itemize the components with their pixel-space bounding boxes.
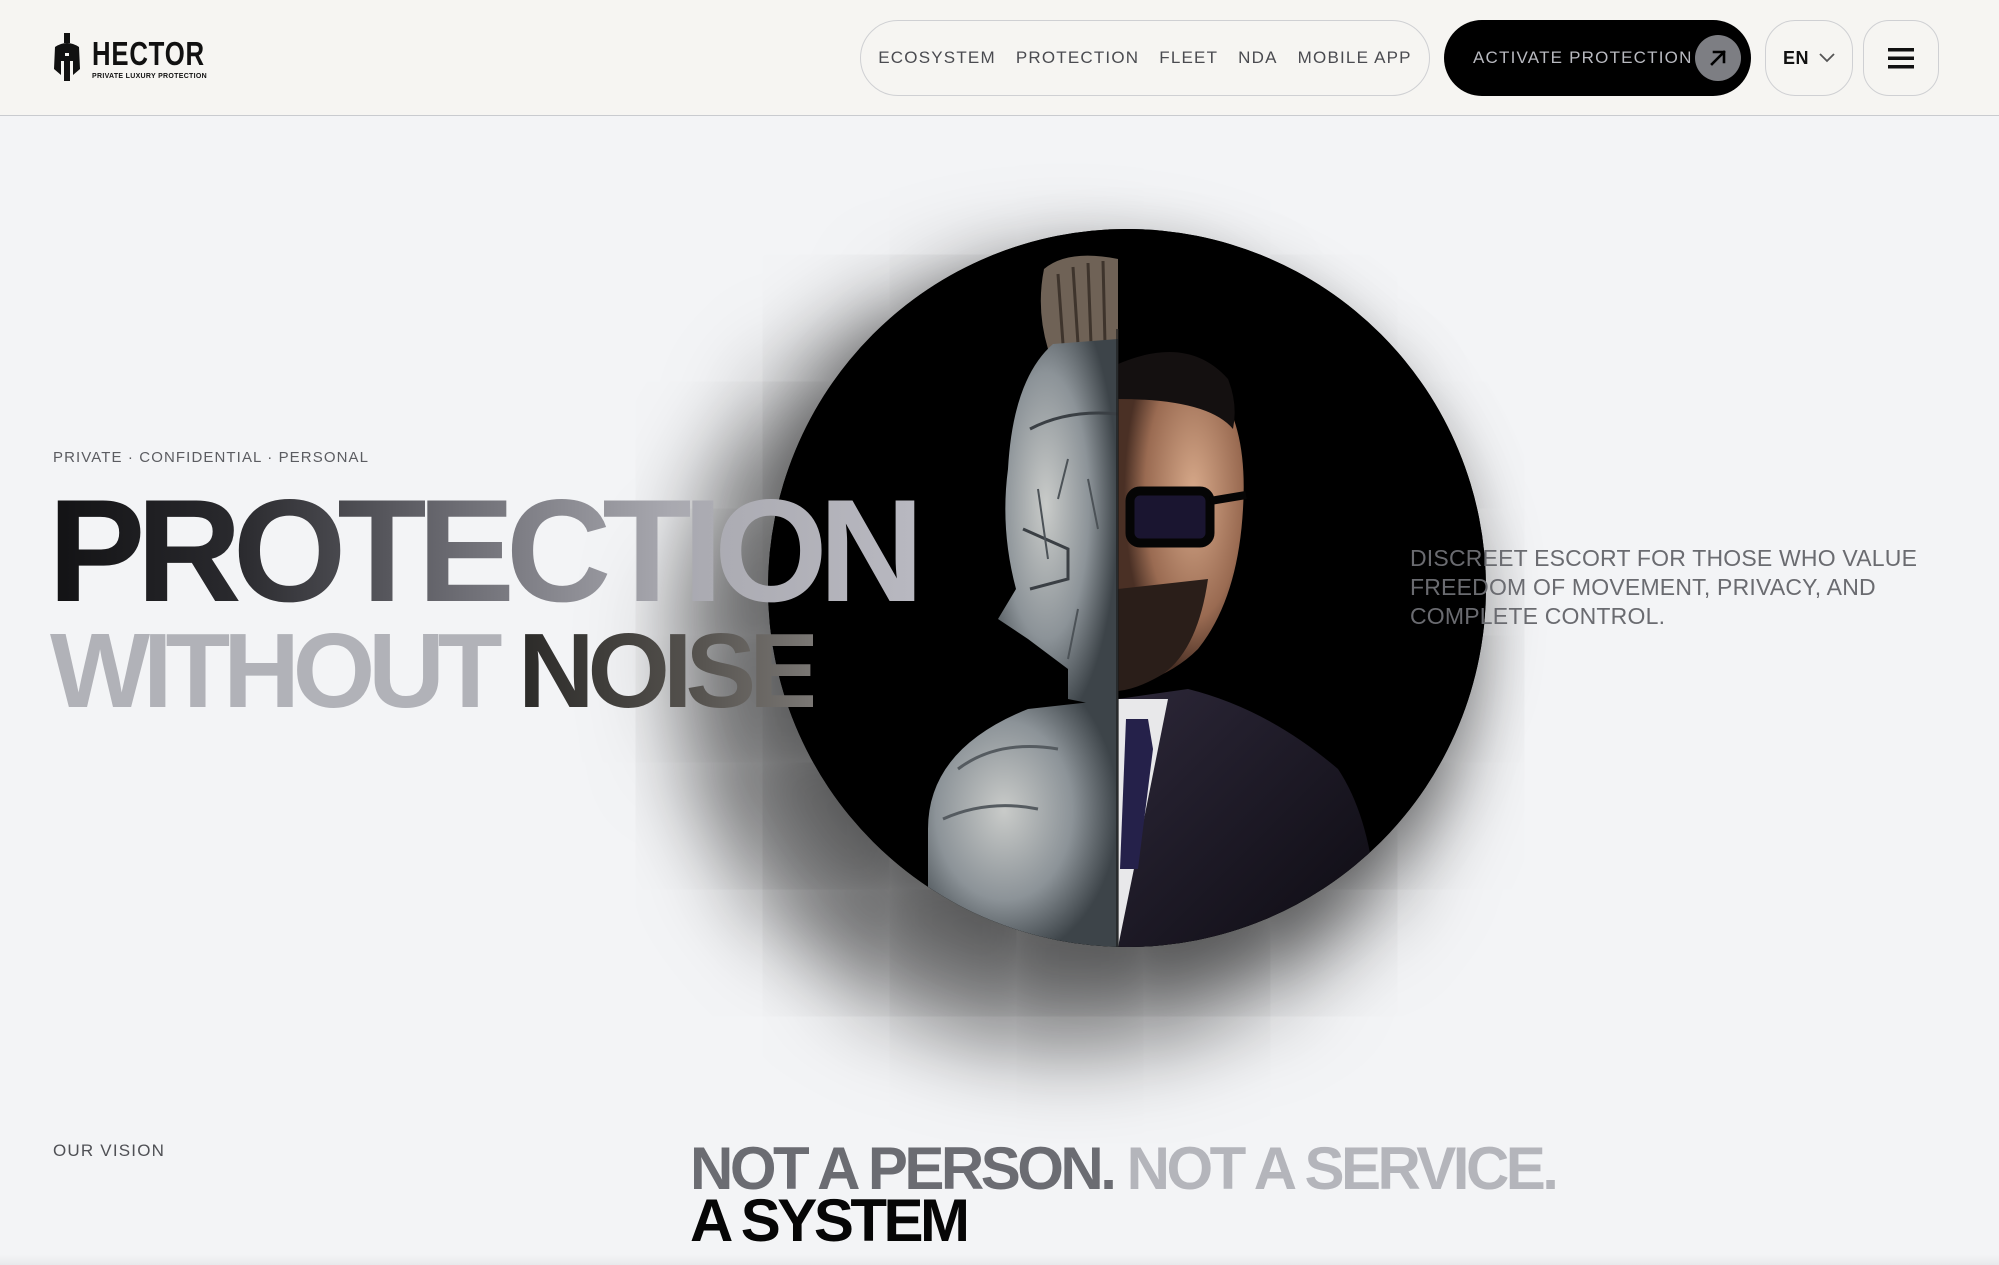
vision-section-label: OUR VISION (53, 1141, 166, 1160)
hero-headline-word-noise: NOISE (518, 612, 820, 730)
brand-name: HECTOR (92, 34, 205, 72)
language-label: EN (1782, 47, 1809, 68)
brand-logo[interactable]: HECTOR PRIVATE LUXURY PROTECTION (52, 33, 237, 83)
nav-item-ecosystem[interactable]: ECOSYSTEM (878, 48, 996, 68)
bottom-fade (0, 1255, 1999, 1265)
hero-headline-line1: PROTECTION (48, 469, 924, 632)
hamburger-menu-icon (1888, 48, 1914, 69)
brand-tagline: PRIVATE LUXURY PROTECTION (92, 72, 207, 80)
main-nav: ECOSYSTEM PROTECTION FLEET NDA MOBILE AP… (860, 20, 1430, 96)
nav-item-mobile-app[interactable]: MOBILE APP (1298, 48, 1412, 68)
hero-eyebrow: PRIVATE · CONFIDENTIAL · PERSONAL (53, 449, 370, 466)
vision-not-a-service: NOT A SERVICE. (1126, 1135, 1559, 1202)
nav-item-nda[interactable]: NDA (1238, 48, 1278, 68)
arrow-up-right-icon (1695, 35, 1741, 81)
nav-item-protection[interactable]: PROTECTION (1016, 48, 1139, 68)
hero-description: DISCREET ESCORT FOR THOSE WHO VALUE FREE… (1410, 545, 1918, 629)
chevron-down-icon (1819, 53, 1835, 63)
spartan-helmet-icon (54, 33, 80, 81)
language-selector[interactable]: EN (1765, 20, 1853, 96)
vision-headline-line2: A SYSTEM (690, 1187, 970, 1254)
site-header: HECTOR PRIVATE LUXURY PROTECTION ECOSYST… (0, 0, 1999, 116)
activate-protection-button[interactable]: ACTIVATE PROTECTION (1444, 20, 1751, 96)
menu-button[interactable] (1863, 20, 1939, 96)
activate-protection-label: ACTIVATE PROTECTION (1473, 48, 1693, 67)
nav-item-fleet[interactable]: FLEET (1159, 48, 1218, 68)
hero-headline-word-without: WITHOUT (50, 612, 503, 730)
hero-headline-line2: WITHOUT NOISE (50, 616, 820, 726)
